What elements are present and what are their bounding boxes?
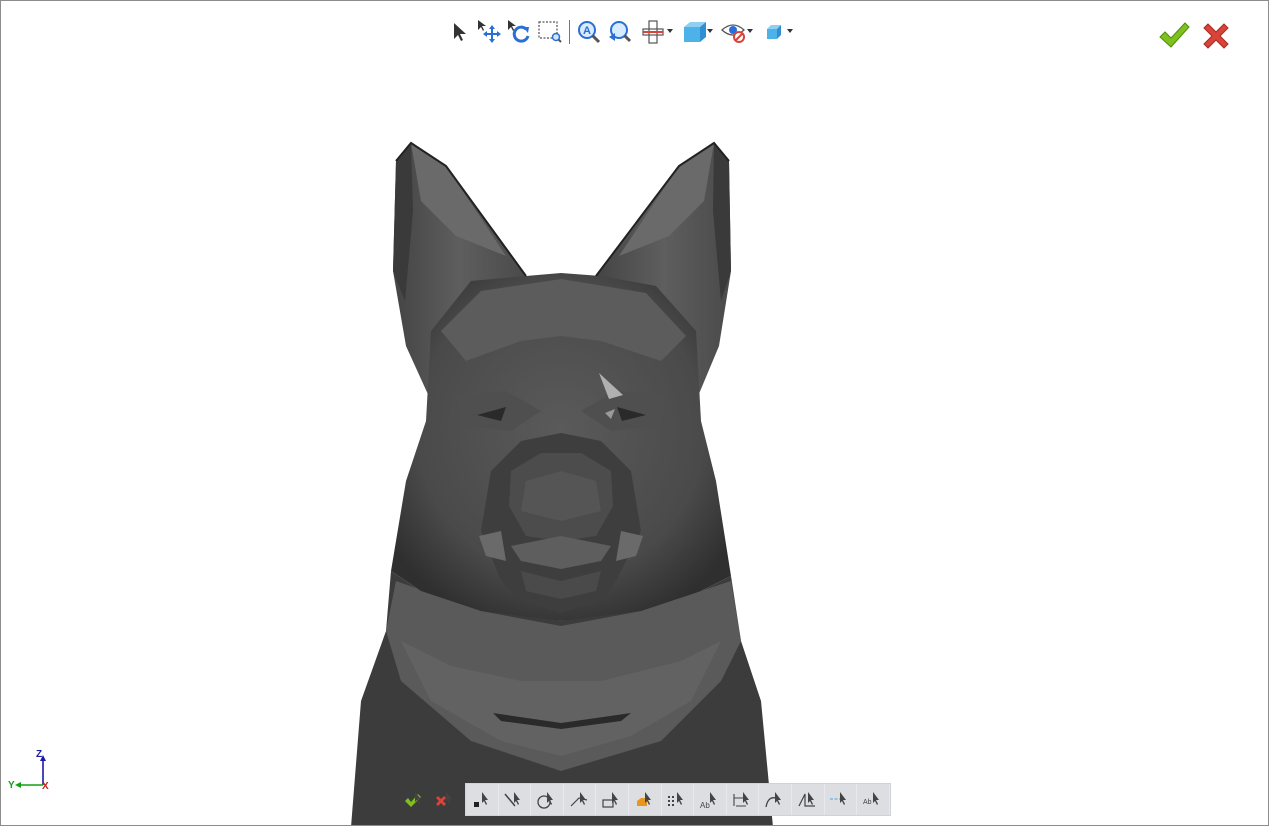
zoom-window-icon[interactable] — [535, 17, 565, 47]
hide-show-dropdown-icon[interactable] — [747, 29, 753, 33]
red-x-icon[interactable] — [1199, 19, 1233, 53]
select-axis-icon[interactable] — [825, 784, 858, 815]
rotate-icon[interactable] — [505, 17, 535, 47]
svg-text:A: A — [583, 25, 591, 37]
x-axis-label: X — [42, 781, 49, 792]
display-style-icon[interactable] — [754, 17, 794, 47]
select-plane-icon[interactable] — [792, 784, 825, 815]
cancel-selection-icon[interactable] — [428, 784, 459, 815]
select-dimension-icon[interactable] — [727, 784, 760, 815]
y-axis-label: Y — [8, 780, 15, 791]
svg-text:Ab: Ab — [863, 799, 872, 806]
zoom-all-icon[interactable]: A — [574, 17, 604, 47]
display-style-dropdown-icon[interactable] — [787, 29, 793, 33]
select-body-icon[interactable] — [596, 784, 629, 815]
green-check-icon[interactable] — [1157, 19, 1191, 53]
select-arrow-icon[interactable] — [445, 17, 475, 47]
select-sketch-text-icon[interactable]: Ab — [857, 784, 890, 815]
select-curve-icon[interactable] — [759, 784, 792, 815]
zoom-previous-icon[interactable] — [604, 17, 634, 47]
select-part-icon[interactable] — [629, 784, 662, 815]
svg-text:Ab: Ab — [700, 801, 710, 810]
section-view-icon[interactable] — [634, 17, 674, 47]
select-vertex-icon[interactable] — [466, 784, 499, 815]
select-edge-icon[interactable] — [499, 784, 532, 815]
select-annotation-icon[interactable]: Ab — [694, 784, 727, 815]
dog-model[interactable] — [1, 1, 1269, 826]
axis-triad: Z Y X — [7, 747, 57, 795]
toolbar-separator — [569, 20, 570, 44]
select-surface-icon[interactable] — [564, 784, 597, 815]
view-orientation-dropdown-icon[interactable] — [707, 29, 713, 33]
view-toolbar: A — [445, 17, 794, 47]
selection-filter-group: Ab Ab — [465, 783, 891, 816]
hide-show-icon[interactable] — [714, 17, 754, 47]
accept-selection-icon[interactable] — [397, 784, 428, 815]
select-face-icon[interactable] — [531, 784, 564, 815]
section-view-dropdown-icon[interactable] — [667, 29, 673, 33]
pan-icon[interactable] — [475, 17, 505, 47]
z-axis-label: Z — [36, 749, 43, 760]
select-points-icon[interactable] — [662, 784, 695, 815]
dialog-buttons — [1157, 19, 1233, 53]
3d-viewport[interactable]: A Z Y X Ab Ab — [0, 0, 1269, 826]
selection-toolbar: Ab Ab — [397, 783, 891, 816]
view-orientation-icon[interactable] — [674, 17, 714, 47]
